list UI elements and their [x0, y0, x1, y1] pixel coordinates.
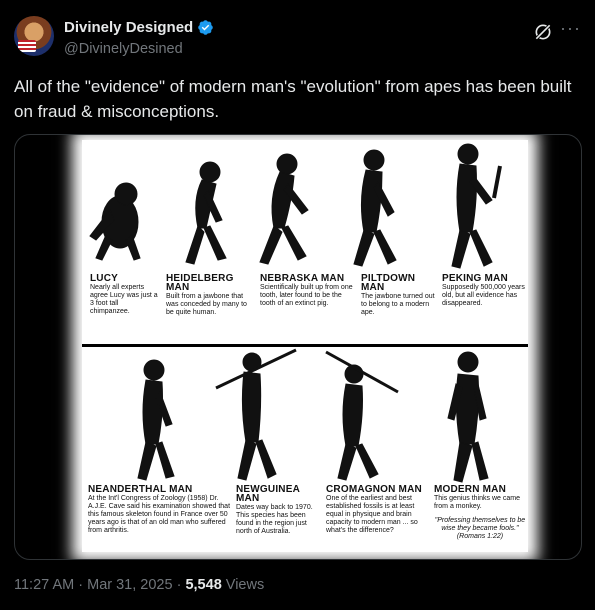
caption-nebraska: NEBRASKA MAN Scientifically built up fro…	[260, 274, 356, 308]
more-icon[interactable]: ···	[560, 18, 581, 39]
caption-newguinea: NEWGUINEA MAN Dates way back to 1970. Th…	[236, 485, 322, 536]
author-info: Divinely Designed @DivinelyDesined	[64, 19, 214, 57]
bottom-row-figures	[137, 348, 489, 483]
lucy-figure	[89, 182, 141, 261]
flag-icon	[18, 40, 36, 52]
caption-title: NEBRASKA MAN	[260, 273, 345, 284]
caption-lucy: LUCY Nearly all experts agree Lucy was j…	[90, 274, 160, 316]
piltdown-figure	[353, 149, 397, 267]
tweet-date[interactable]: Mar 31, 2025	[87, 577, 172, 593]
views-label[interactable]: Views	[226, 577, 264, 593]
verified-badge-icon	[198, 20, 213, 35]
meta-separator: ·	[78, 577, 84, 593]
peking-figure	[451, 143, 502, 269]
caption-title: NEWGUINEA MAN	[236, 484, 300, 504]
tweet-meta: 11:27 AM · Mar 31, 2025 · 5,548 Views	[14, 577, 264, 593]
caption-peking: PEKING MAN Supposedly 500,000 years old,…	[442, 274, 526, 308]
caption-body: Supposedly 500,000 years old, but all ev…	[442, 284, 525, 307]
meta-separator: ·	[176, 577, 182, 593]
author-handle[interactable]: @DivinelyDesined	[64, 41, 214, 57]
caption-title: LUCY	[90, 273, 119, 284]
neanderthal-figure	[137, 359, 175, 481]
poster-divider	[82, 344, 528, 347]
caption-title: NEANDERTHAL MAN	[88, 484, 193, 495]
evolution-poster-image: LUCY Nearly all experts agree Lucy was j…	[82, 140, 528, 552]
caption-title: PEKING MAN	[442, 273, 508, 284]
caption-title: MODERN MAN	[434, 484, 506, 495]
bible-quote: "Professing themselves to be wise they b…	[434, 517, 526, 540]
caption-body: Scientifically built up from one tooth, …	[260, 284, 353, 307]
author-display-name[interactable]: Divinely Designed	[64, 19, 214, 36]
modern-man-figure	[447, 351, 489, 483]
caption-heidelberg: HEIDELBERG MAN Built from a jawbone that…	[166, 274, 256, 317]
caption-body: At the Int'l Congress of Zoology (1958) …	[88, 495, 231, 534]
caption-body: Dates way back to 1970. This species has…	[236, 504, 313, 535]
caption-body: The jawbone turned out to belong to a mo…	[361, 293, 435, 316]
grok-icon[interactable]	[533, 22, 553, 42]
views-count[interactable]: 5,548	[185, 577, 221, 593]
avatar[interactable]	[14, 16, 54, 56]
author-display-name-text[interactable]: Divinely Designed	[64, 19, 193, 36]
newguinea-figure	[215, 348, 297, 481]
tweet-media[interactable]: LUCY Nearly all experts agree Lucy was j…	[14, 134, 582, 560]
tweet-header: Divinely Designed @DivinelyDesined ···	[14, 16, 581, 62]
cromagnon-figure	[325, 350, 399, 481]
caption-body: Built from a jawbone that was conceded b…	[166, 293, 247, 316]
tweet-text: All of the "evidence" of modern man's "e…	[14, 77, 572, 121]
caption-body: Nearly all experts agree Lucy was just a…	[90, 284, 158, 315]
caption-cromagnon: CROMAGNON MAN One of the earliest and be…	[326, 485, 426, 535]
caption-neanderthal: NEANDERTHAL MAN At the Int'l Congress of…	[88, 485, 234, 535]
caption-modern-man: MODERN MAN This genius thinks we came fr…	[434, 485, 526, 541]
caption-body: This genius thinks we came from a monkey…	[434, 495, 520, 510]
caption-title: HEIDELBERG MAN	[166, 273, 234, 293]
caption-title: CROMAGNON MAN	[326, 484, 422, 495]
heidelberg-figure	[185, 161, 227, 265]
caption-body: One of the earliest and best established…	[326, 495, 418, 534]
caption-piltdown: PILTDOWN MAN The jawbone turned out to b…	[361, 274, 436, 317]
caption-title: PILTDOWN MAN	[361, 273, 416, 293]
top-row-figures	[89, 143, 502, 269]
tweet-time[interactable]: 11:27 AM	[14, 577, 74, 593]
nebraska-figure	[259, 153, 309, 265]
